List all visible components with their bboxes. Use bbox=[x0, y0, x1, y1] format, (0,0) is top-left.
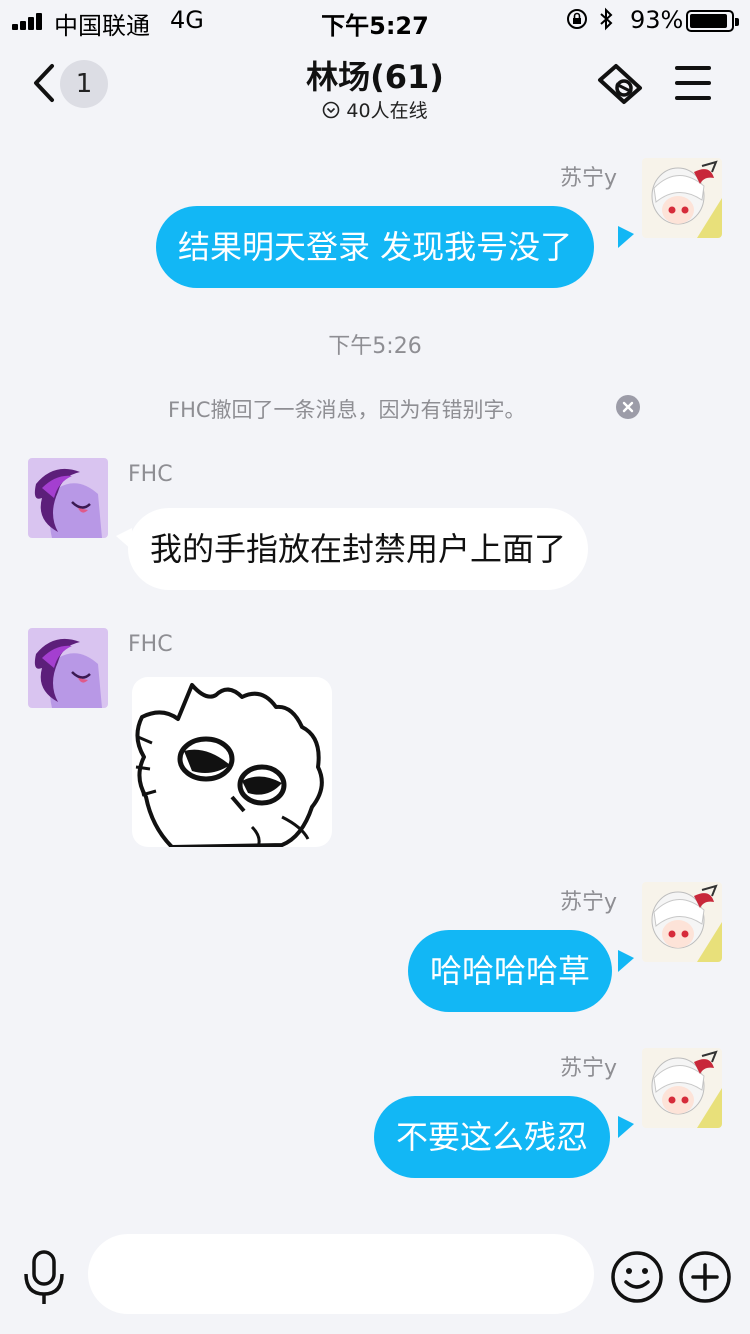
bubble-tail bbox=[618, 1116, 634, 1138]
sticker-image[interactable] bbox=[132, 677, 332, 847]
message-bubble[interactable]: 不要这么残忍 bbox=[374, 1096, 611, 1178]
message-bubble[interactable]: 我的手指放在封禁用户上面了 bbox=[128, 508, 589, 590]
online-count: 40人在线 bbox=[346, 100, 428, 122]
bubble-tail bbox=[618, 226, 634, 248]
rotation-lock-icon bbox=[567, 9, 587, 29]
menu-icon[interactable] bbox=[675, 66, 711, 100]
sender-name: FHC bbox=[128, 632, 173, 657]
message-bubble[interactable]: 哈哈哈哈草 bbox=[408, 930, 613, 1012]
status-bar: 中国联通 4G 下午5:27 93% bbox=[0, 0, 750, 40]
avatar-fhc[interactable] bbox=[28, 628, 108, 708]
message-input[interactable] bbox=[88, 1234, 594, 1314]
avatar-suning[interactable] bbox=[642, 158, 722, 238]
message-bubble[interactable]: 结果明天登录 发现我号没了 bbox=[156, 206, 595, 288]
avatar-suning[interactable] bbox=[642, 1048, 722, 1128]
ticket-icon[interactable] bbox=[596, 62, 644, 106]
emoji-icon[interactable] bbox=[610, 1250, 664, 1304]
plus-icon[interactable] bbox=[678, 1250, 732, 1304]
mic-icon[interactable] bbox=[22, 1250, 66, 1306]
chevron-down-circle-icon bbox=[323, 101, 340, 119]
battery-icon bbox=[686, 10, 739, 32]
sender-name: FHC bbox=[128, 462, 173, 487]
sender-name: 苏宁y bbox=[560, 1056, 618, 1081]
battery-percent: 93% bbox=[630, 6, 684, 34]
time-divider: 下午5:26 bbox=[328, 334, 422, 359]
avatar-suning[interactable] bbox=[642, 882, 722, 962]
sender-name: 苏宁y bbox=[560, 890, 618, 915]
close-icon[interactable] bbox=[616, 395, 640, 419]
avatar-fhc[interactable] bbox=[28, 458, 108, 538]
bluetooth-icon bbox=[600, 7, 613, 31]
bubble-tail bbox=[618, 950, 634, 972]
sender-name: 苏宁y bbox=[560, 166, 618, 191]
recall-notice: FHC撤回了一条消息，因为有错别字。 bbox=[168, 398, 526, 422]
